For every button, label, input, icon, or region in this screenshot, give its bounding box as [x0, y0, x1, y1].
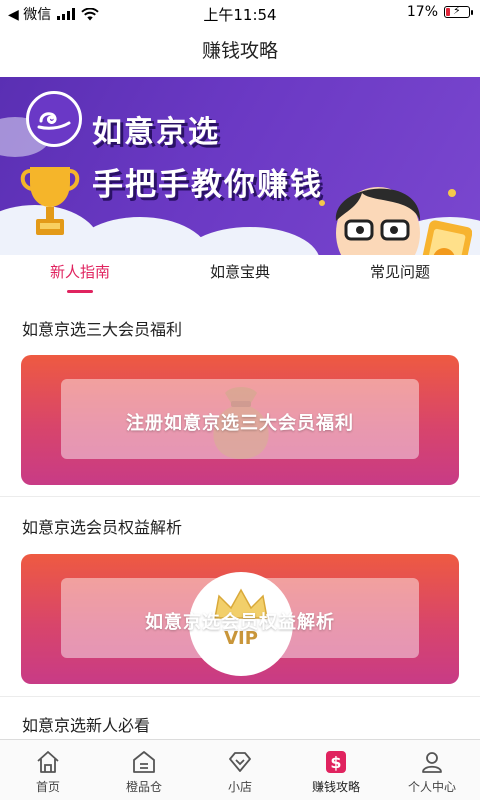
nav-label: 首页	[35, 780, 60, 794]
nav-earning-guide[interactable]: $ 赚钱攻略	[288, 740, 384, 800]
nav-label: 橙品仓	[125, 780, 162, 794]
tab-label: 新人指南	[49, 263, 110, 281]
tab-label: 如意宝典	[209, 263, 270, 281]
member-benefits-card[interactable]: 注册如意京选三大会员福利	[21, 355, 459, 485]
battery-percent: 17%	[406, 4, 438, 20]
brand-logo-icon	[26, 91, 82, 147]
nav-label: 小店	[227, 780, 252, 794]
trophy-icon	[20, 167, 80, 235]
banner-headline: 如意京选	[92, 115, 220, 150]
active-tab-indicator	[67, 290, 93, 293]
battery-icon: ⚡	[444, 4, 473, 18]
section-title-member-rights: 如意京选会员权益解析	[22, 518, 183, 537]
nav-shop[interactable]: 小店	[192, 740, 288, 800]
nav-home[interactable]: 首页	[0, 740, 96, 800]
section-title-member-benefits: 如意京选三大会员福利	[22, 320, 183, 339]
dollar-icon: $	[326, 751, 346, 773]
nav-label: 个人中心	[407, 780, 456, 794]
promo-banner[interactable]: 如意京选 手把手教你赚钱	[0, 77, 480, 255]
section-divider	[0, 696, 480, 697]
banner-subheadline: 手把手教你赚钱	[92, 167, 323, 203]
section-title-newcomer-must-read: 如意京选新人必看	[22, 716, 151, 735]
svg-text:$: $	[330, 753, 341, 772]
tab-label: 常见问题	[369, 263, 430, 281]
status-bar: ◀ 微信 上午11:54 17% ⚡	[0, 0, 480, 26]
cartoon-character-illustration	[319, 187, 472, 255]
tab-faq[interactable]: 常见问题	[320, 255, 480, 297]
person-icon	[422, 752, 442, 773]
section-divider	[0, 496, 480, 497]
home-icon	[37, 751, 59, 773]
nav-label: 赚钱攻略	[311, 780, 360, 794]
card-label: 注册如意京选三大会员福利	[126, 413, 354, 434]
nav-warehouse[interactable]: 橙品仓	[96, 740, 192, 800]
warehouse-icon	[133, 751, 155, 773]
cloud-decoration	[180, 227, 320, 255]
diamond-icon	[229, 752, 251, 772]
member-rights-card[interactable]: VIP 如意京选会员权益解析	[21, 554, 459, 684]
charging-bolt-icon: ⚡	[453, 4, 461, 17]
tab-newcomer-guide[interactable]: 新人指南	[0, 255, 160, 297]
tab-ruyi-handbook[interactable]: 如意宝典	[160, 255, 320, 297]
bottom-navigation: 首页 橙品仓 小店 $ 赚钱攻略 个人中心	[0, 739, 480, 800]
category-tabs: 新人指南 如意宝典 常见问题	[0, 255, 480, 297]
battery-fill	[446, 8, 450, 16]
card-label: 如意京选会员权益解析	[145, 612, 335, 633]
nav-profile[interactable]: 个人中心	[384, 740, 480, 800]
page-title: 赚钱攻略	[201, 40, 278, 62]
